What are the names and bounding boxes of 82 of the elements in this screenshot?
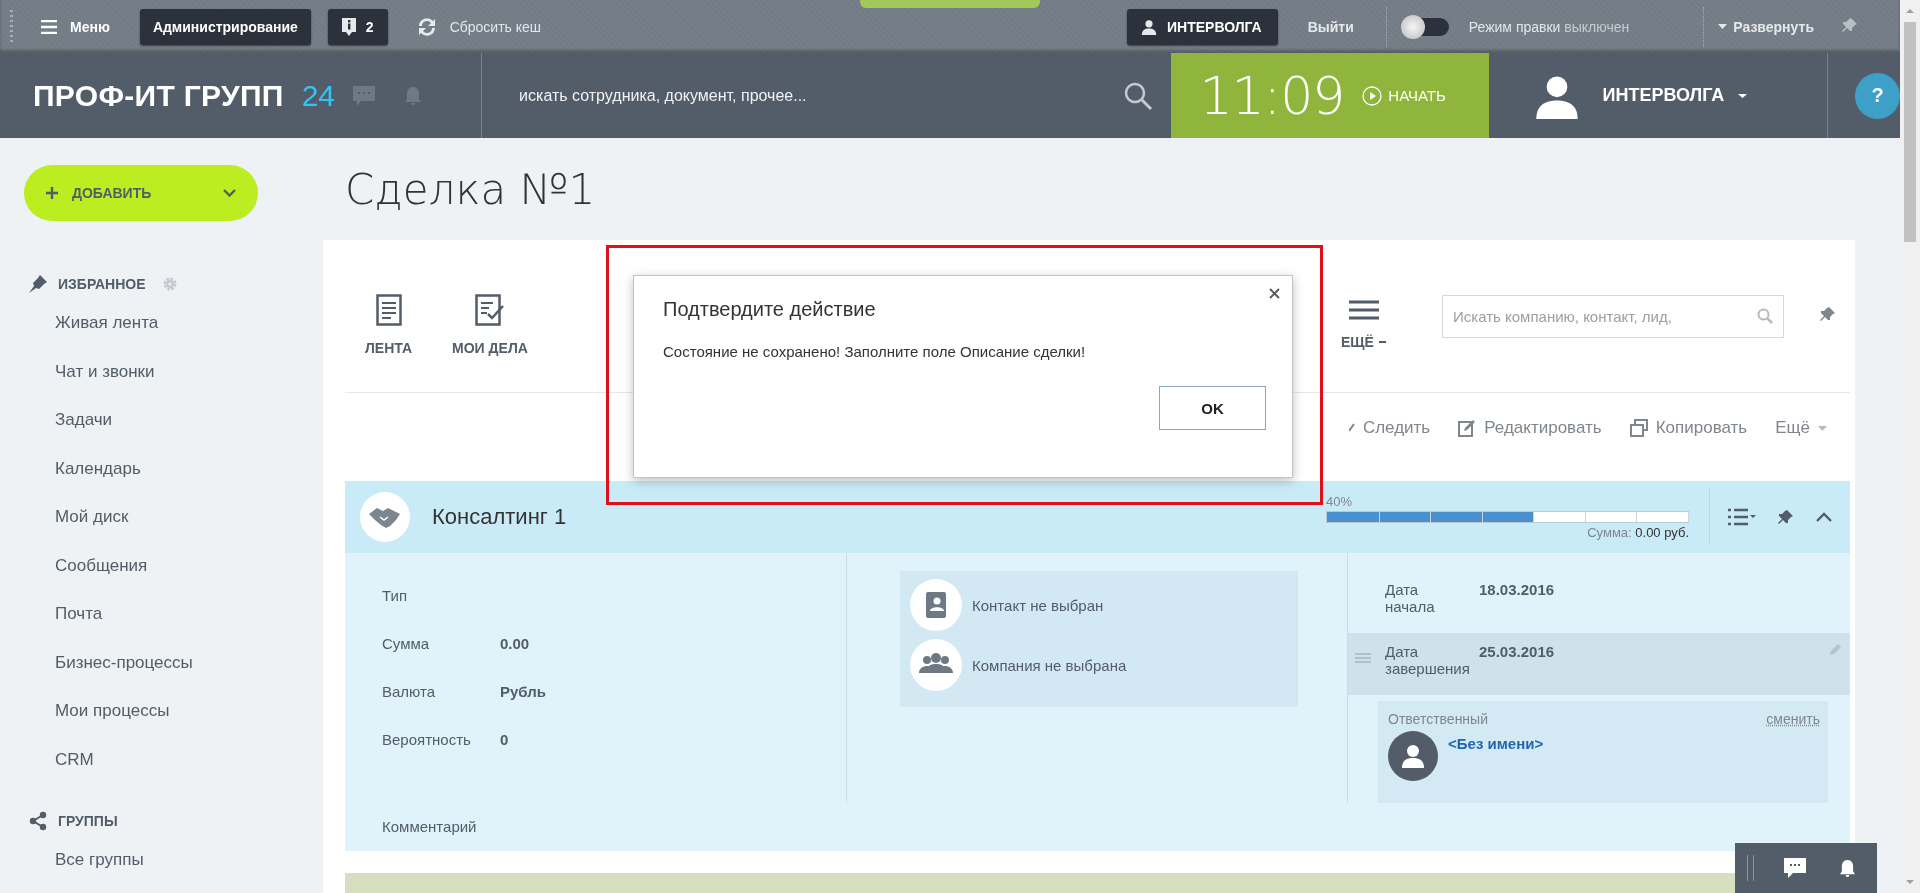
edit-mode-toggle[interactable]: [1404, 17, 1449, 36]
client-link[interactable]: Компания не выбрана: [972, 656, 1127, 674]
sidebar-item[interactable]: Живая лента: [55, 313, 159, 334]
field-label: Тип: [382, 586, 408, 604]
action-button[interactable]: Ещё: [1775, 418, 1827, 438]
action-button[interactable]: Копировать: [1629, 418, 1748, 438]
list-icon: [1348, 300, 1379, 320]
collapse-icon[interactable]: [1816, 512, 1832, 522]
sidebar-item[interactable]: Задачи: [55, 410, 113, 431]
ok-button[interactable]: OK: [1159, 386, 1266, 430]
copy-icon: [1629, 419, 1648, 437]
sidebar-item[interactable]: CRM: [55, 749, 94, 770]
search-field[interactable]: искать сотрудника, документ, прочее...: [519, 86, 807, 105]
info-icon: [341, 17, 356, 36]
cache-button[interactable]: Сбросить кеш: [415, 16, 542, 37]
sidebar-item[interactable]: Календарь: [55, 458, 141, 479]
avatar-icon: [1388, 731, 1438, 781]
section-title[interactable]: ИЗБРАННОЕ: [58, 276, 146, 292]
edit-mode-label: Режим правки выключен: [1468, 18, 1630, 35]
dialog-message: Состояние не сохранено! Заполните поле Описание сделки!: [663, 343, 1087, 360]
sidebar-item[interactable]: Бизнес-процессы: [55, 652, 193, 673]
sidebar-item[interactable]: Чат и звонки: [55, 361, 155, 382]
plus-icon: [46, 187, 58, 199]
work-time: 11:09: [1199, 65, 1345, 126]
edit-icon: [1458, 419, 1477, 437]
field-value: 0: [500, 730, 509, 748]
notifications-button[interactable]: 2: [327, 8, 388, 45]
deal-title: Консалтинг 1: [432, 504, 568, 530]
menu-icon[interactable]: [41, 19, 57, 34]
contact-book-icon: [910, 579, 962, 631]
menu-label[interactable]: Меню: [70, 18, 110, 35]
people-icon: [910, 639, 962, 691]
chevron-icon: [223, 189, 236, 197]
date-row[interactable]: Дата начала 18.03.2016: [1348, 571, 1850, 633]
drag-handle[interactable]: [10, 9, 13, 44]
play-icon: [1362, 85, 1383, 106]
section-title[interactable]: ГРУППЫ: [58, 813, 118, 829]
sidebar-item[interactable]: Все группы: [55, 850, 144, 871]
toolbar-tab[interactable]: ЕЩЁ: [1321, 300, 1406, 350]
toolbar-tab[interactable]: ЛЕНТА: [345, 294, 433, 356]
responsible-name[interactable]: <Без имени>: [1448, 735, 1544, 781]
field-value: Рубль: [500, 682, 546, 700]
company-number: 24: [301, 78, 335, 113]
client-link[interactable]: Контакт не выбран: [972, 596, 1104, 614]
expand-button[interactable]: Развернуть: [1718, 18, 1814, 35]
close-icon[interactable]: [1269, 288, 1280, 299]
share-icon: [28, 811, 48, 831]
list-settings-icon[interactable]: [1728, 508, 1756, 526]
action-button[interactable]: Следить: [1348, 418, 1431, 438]
action-button[interactable]: Редактировать: [1458, 418, 1602, 438]
user-icon: [1141, 18, 1157, 35]
checklist-icon: [474, 294, 505, 326]
menu-button[interactable]: Меню: [35, 12, 116, 41]
sidebar-item[interactable]: Почта: [55, 604, 103, 625]
user-button[interactable]: ИНТЕРВОЛГА: [1127, 8, 1278, 45]
company-name[interactable]: ПРОФ-ИТ ГРУПП: [33, 78, 284, 113]
drag-handle[interactable]: [1747, 855, 1754, 881]
sidebar-item[interactable]: Сообщения: [55, 555, 148, 576]
dialog-title: Подтвердите действие: [663, 298, 877, 321]
date-row[interactable]: Дата завершения 25.03.2016: [1348, 633, 1850, 695]
add-button[interactable]: ДОБАВИТЬ: [24, 165, 258, 221]
user-menu[interactable]: ИНТЕРВОЛГА: [1602, 85, 1748, 106]
field-value: 0.00: [500, 634, 530, 652]
sidebar-item[interactable]: Мой диск: [55, 507, 129, 528]
drag-handle-icon[interactable]: [1355, 653, 1371, 663]
chat-icon[interactable]: [1784, 858, 1806, 878]
toolbar-tab[interactable]: МОИ ДЕЛА: [432, 294, 548, 356]
field-label: Вероятность: [382, 730, 472, 748]
field-label: Валюта: [382, 682, 437, 700]
bell-icon[interactable]: [1840, 859, 1855, 877]
progress-reading: 40%: [1326, 494, 1354, 509]
admin-button[interactable]: Администрирование: [139, 8, 311, 45]
sidebar-item[interactable]: Мои процессы: [55, 701, 170, 722]
logout-link[interactable]: Выйти: [1307, 18, 1354, 35]
field-label: Сумма: [382, 634, 431, 652]
document-icon: [375, 294, 402, 326]
responsible-label: Ответственный: [1388, 711, 1488, 727]
field-label: Комментарий: [382, 818, 477, 835]
deal-sum: Сумма: 0.00 руб.: [1586, 525, 1689, 540]
search-icon[interactable]: [1123, 80, 1154, 111]
page-title: Сделка №1: [344, 163, 597, 216]
search-icon[interactable]: [1757, 308, 1773, 324]
